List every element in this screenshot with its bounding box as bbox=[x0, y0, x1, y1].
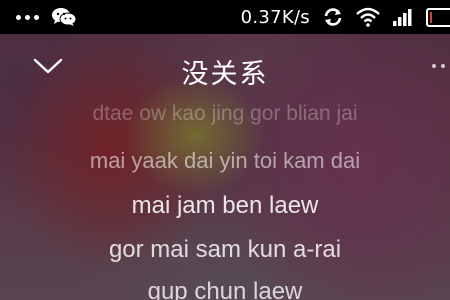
status-left bbox=[0, 7, 77, 27]
wechat-icon bbox=[52, 8, 77, 26]
status-right: 0.37K/s bbox=[241, 0, 450, 34]
player-header: 没关系 bbox=[0, 34, 450, 96]
lyric-line: gup chun laew bbox=[147, 278, 303, 300]
lyric-line: gor mai sam kun a-rai bbox=[108, 236, 342, 263]
lyric-line-current: mai jam ben laew bbox=[131, 192, 319, 219]
status-bar: 0.37K/s bbox=[0, 0, 450, 34]
wifi-icon bbox=[356, 7, 380, 27]
music-player-screen: 0.37K/s 没关系 dtae ow kao jing gor blian j… bbox=[0, 0, 450, 300]
sync-icon bbox=[324, 8, 342, 26]
lyric-line: dtae ow kao jing gor blian jai bbox=[92, 102, 358, 125]
song-title: 没关系 bbox=[181, 59, 269, 90]
battery-level bbox=[430, 11, 432, 23]
signal-icon bbox=[393, 9, 412, 26]
battery-icon bbox=[426, 7, 450, 27]
lyric-line: mai yaak dai yin toi kam dai bbox=[89, 148, 361, 173]
network-speed: 0.37K/s bbox=[240, 6, 310, 28]
more-dots-icon bbox=[16, 14, 39, 20]
more-icon[interactable] bbox=[432, 64, 450, 68]
